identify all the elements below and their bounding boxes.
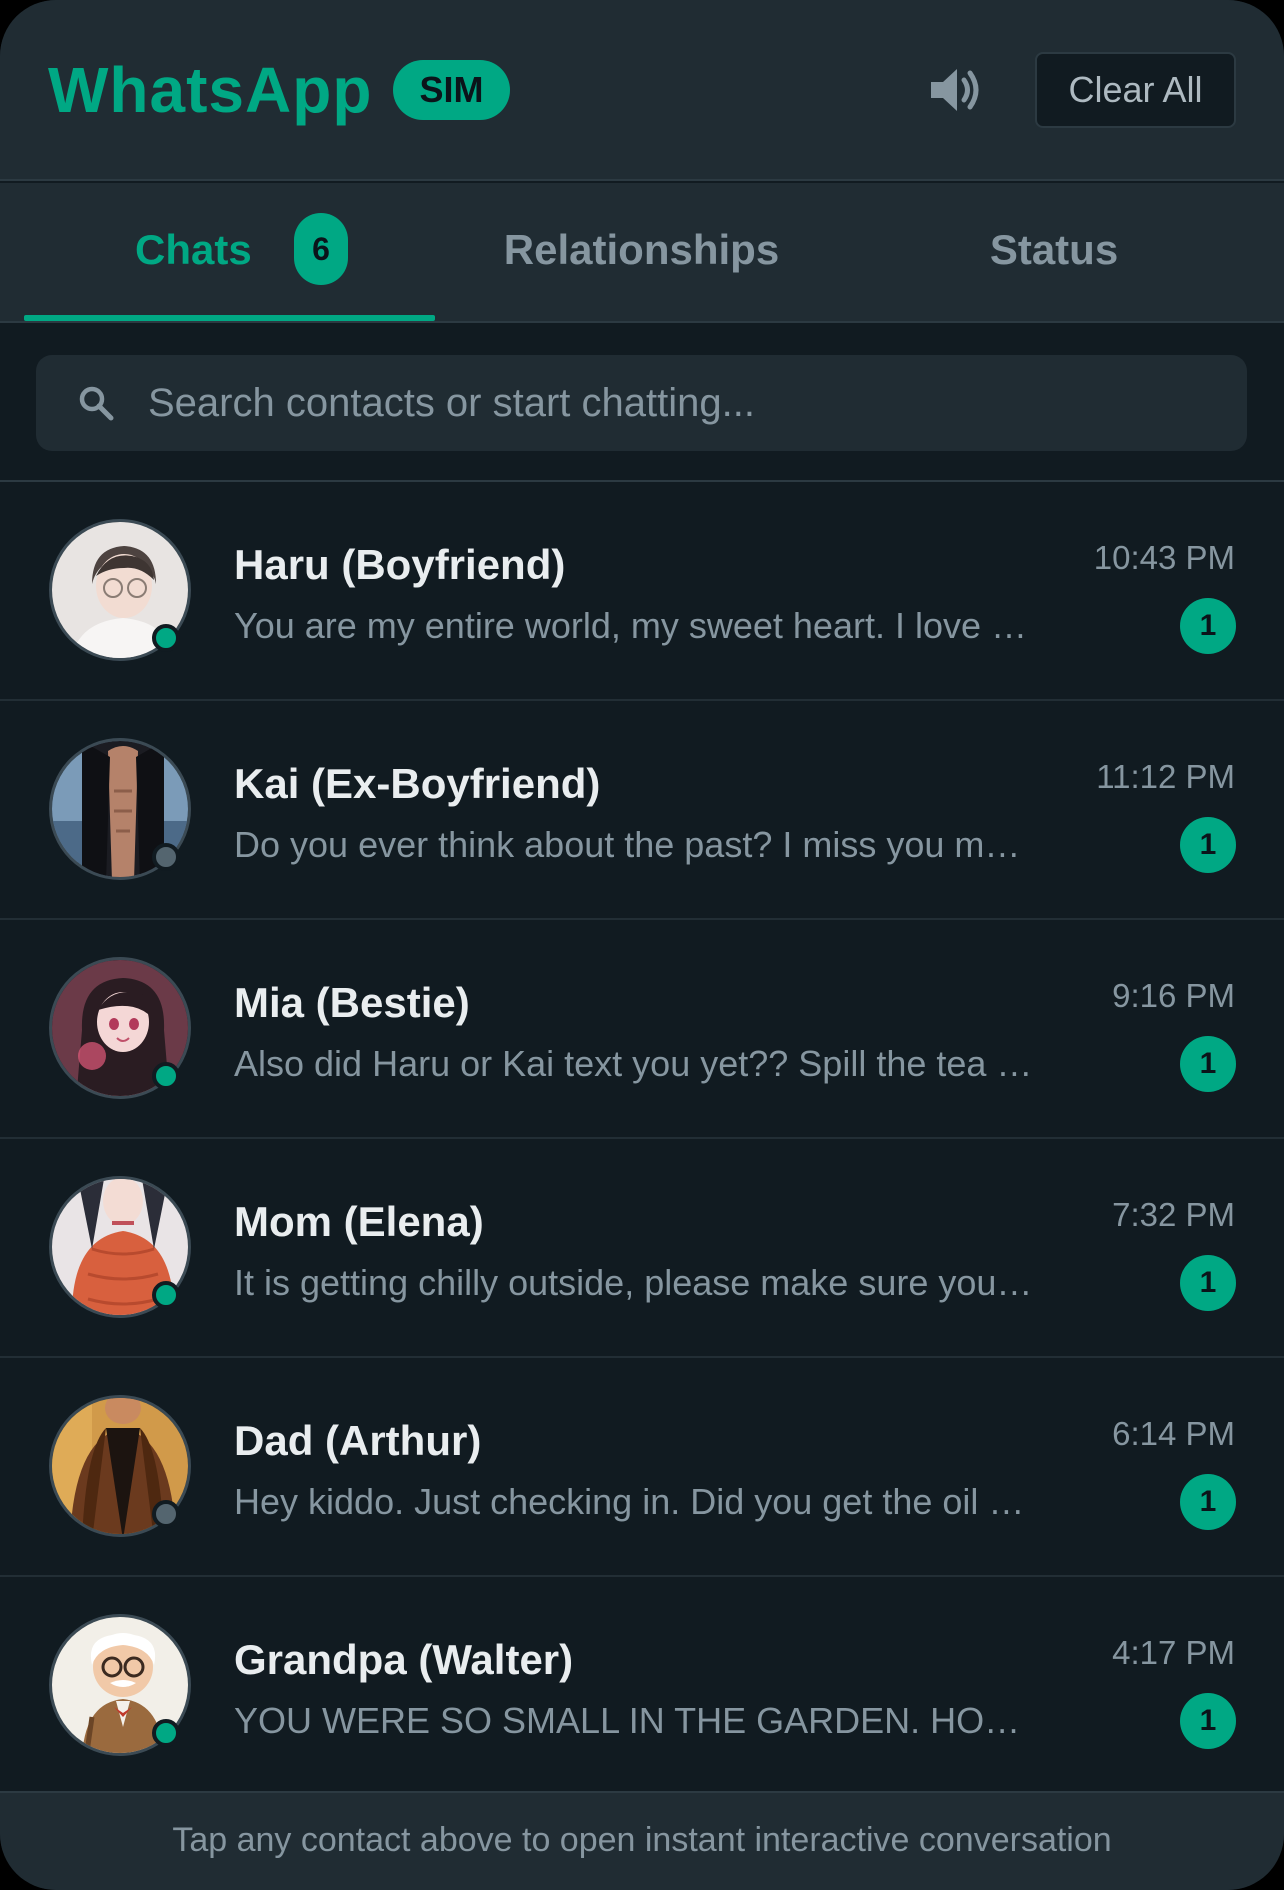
online-status-dot <box>152 624 180 652</box>
message-time: 6:14 PM <box>1112 1415 1235 1452</box>
chat-list: Haru (Boyfriend) You are my entire world… <box>0 482 1284 1796</box>
message-time: 11:12 PM <box>1096 758 1235 795</box>
clear-all-button[interactable]: Clear All <box>1035 52 1236 128</box>
chat-row-kai[interactable]: Kai (Ex-Boyfriend) Do you ever think abo… <box>0 701 1284 920</box>
offline-status-dot <box>152 1500 180 1528</box>
last-message-preview: Also did Haru or Kai text you yet?? Spil… <box>234 1043 1034 1084</box>
tab-bar: Chats 6 Relationships Status <box>0 183 1284 323</box>
search-icon <box>79 386 114 421</box>
sound-toggle-button[interactable] <box>925 62 985 118</box>
tab-relationships[interactable]: Relationships <box>435 183 848 321</box>
tab-chats[interactable]: Chats 6 <box>24 183 435 321</box>
last-message-preview: You are my entire world, my sweet heart.… <box>234 605 1034 646</box>
tab-label: Chats <box>135 226 252 273</box>
contact-name: Grandpa (Walter) <box>234 1636 574 1683</box>
footer-hint: Tap any contact above to open instant in… <box>0 1791 1284 1890</box>
online-status-dot <box>152 1281 180 1309</box>
tab-label: Relationships <box>503 226 780 273</box>
offline-status-dot <box>152 843 180 871</box>
chat-row-mia[interactable]: Mia (Bestie) Also did Haru or Kai text y… <box>0 920 1284 1139</box>
chat-row-mom[interactable]: Mom (Elena) It is getting chilly outside… <box>0 1139 1284 1358</box>
last-message-preview: It is getting chilly outside, please mak… <box>234 1262 1034 1303</box>
unread-count-badge: 1 <box>1180 1036 1236 1092</box>
chat-row-haru[interactable]: Haru (Boyfriend) You are my entire world… <box>0 482 1284 701</box>
chat-row-grandpa[interactable]: Grandpa (Walter) YOU WERE SO SMALL IN TH… <box>0 1577 1284 1796</box>
last-message-preview: Do you ever think about the past? I miss… <box>234 824 1034 865</box>
message-time: 7:32 PM <box>1112 1196 1235 1233</box>
chat-row-dad[interactable]: Dad (Arthur) Hey kiddo. Just checking in… <box>0 1358 1284 1577</box>
unread-count-badge: 1 <box>1180 1255 1236 1311</box>
unread-chats-badge: 6 <box>294 213 348 285</box>
search-box[interactable] <box>36 355 1247 451</box>
contact-name: Haru (Boyfriend) <box>234 541 566 588</box>
unread-count-badge: 1 <box>1180 817 1236 873</box>
last-message-preview: Hey kiddo. Just checking in. Did you get… <box>234 1481 1034 1522</box>
message-time: 10:43 PM <box>1093 539 1235 576</box>
last-message-preview: YOU WERE SO SMALL IN THE GARDEN. HOW TIM… <box>234 1700 1034 1741</box>
contact-name: Mom (Elena) <box>234 1198 484 1245</box>
unread-count-badge: 1 <box>1180 1693 1236 1749</box>
app-window: WhatsApp SIM Clear All Chats 6 Relations… <box>0 0 1284 1890</box>
tab-status[interactable]: Status <box>848 183 1260 321</box>
sim-badge: SIM <box>393 60 510 120</box>
contact-name: Kai (Ex-Boyfriend) <box>234 760 601 807</box>
contact-name: Dad (Arthur) <box>234 1417 482 1464</box>
app-title: WhatsApp <box>48 54 373 126</box>
online-status-dot <box>152 1062 180 1090</box>
tab-label: Status <box>989 226 1119 273</box>
search-input[interactable] <box>146 355 1226 451</box>
app-header: WhatsApp SIM Clear All <box>0 0 1284 181</box>
speaker-volume-icon <box>931 69 979 111</box>
unread-count-badge: 1 <box>1180 1474 1236 1530</box>
contact-name: Mia (Bestie) <box>234 979 470 1026</box>
online-status-dot <box>152 1719 180 1747</box>
search-bar <box>0 325 1284 482</box>
unread-count-badge: 1 <box>1180 598 1236 654</box>
message-time: 9:16 PM <box>1112 977 1235 1014</box>
message-time: 4:17 PM <box>1112 1634 1235 1671</box>
active-tab-indicator <box>24 315 435 321</box>
